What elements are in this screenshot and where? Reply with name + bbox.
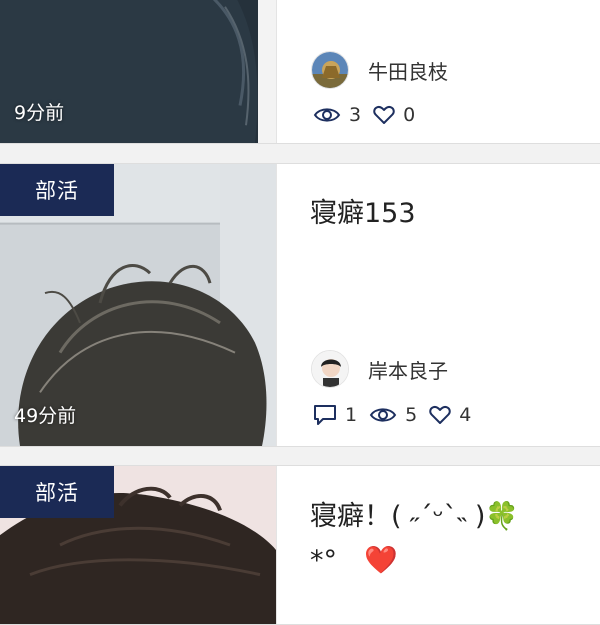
- post-card-1[interactable]: 9分前 牛田良枝 3 0: [0, 0, 600, 144]
- heart-icon[interactable]: [373, 105, 395, 125]
- post-card-2[interactable]: 部活 49分前 寝癖153 岸本良子 1 5 4: [0, 163, 600, 447]
- post-thumbnail-1[interactable]: 9分前: [0, 0, 276, 143]
- like-stat[interactable]: 0: [373, 104, 415, 126]
- post-title[interactable]: 寝癖153: [310, 192, 595, 236]
- like-count: 4: [459, 404, 472, 426]
- view-stat: 5: [369, 404, 417, 426]
- author-row[interactable]: 岸本良子: [311, 350, 448, 388]
- view-count: 3: [349, 104, 362, 126]
- heart-icon[interactable]: [429, 405, 451, 425]
- author-name: 牛田良枝: [368, 59, 448, 84]
- comment-count: 1: [345, 404, 358, 426]
- post-card-3[interactable]: 部活 寝癖！( ˶ˊᵕˋ˵ )🍀 *° ❤️: [0, 465, 600, 625]
- like-count: 0: [403, 104, 416, 126]
- view-count: 5: [405, 404, 418, 426]
- post-title[interactable]: 寝癖！( ˶ˊᵕˋ˵ )🍀 *° ❤️: [310, 495, 595, 583]
- comment-stat[interactable]: 1: [313, 404, 357, 426]
- eye-icon: [313, 108, 341, 122]
- category-tag[interactable]: 部活: [0, 466, 114, 518]
- post-thumbnail-3[interactable]: 部活: [0, 466, 276, 624]
- author-avatar: [311, 51, 349, 89]
- post-body: 牛田良枝 3 0: [276, 0, 600, 143]
- post-stats: 3 0: [313, 104, 427, 126]
- like-stat[interactable]: 4: [429, 404, 471, 426]
- post-stats: 1 5 4: [313, 404, 483, 426]
- post-body: 寝癖153 岸本良子 1 5 4: [276, 164, 600, 446]
- author-avatar: [311, 350, 349, 388]
- post-thumbnail-2[interactable]: 部活 49分前: [0, 164, 276, 446]
- view-stat: 3: [313, 104, 361, 126]
- category-tag[interactable]: 部活: [0, 164, 114, 216]
- post-body: 寝癖！( ˶ˊᵕˋ˵ )🍀 *° ❤️: [276, 466, 600, 624]
- author-row[interactable]: 牛田良枝: [311, 51, 448, 89]
- author-name: 岸本良子: [368, 358, 448, 383]
- comment-icon[interactable]: [313, 404, 337, 426]
- post-time: 9分前: [14, 102, 65, 124]
- post-time: 49分前: [14, 405, 77, 427]
- eye-icon: [369, 408, 397, 422]
